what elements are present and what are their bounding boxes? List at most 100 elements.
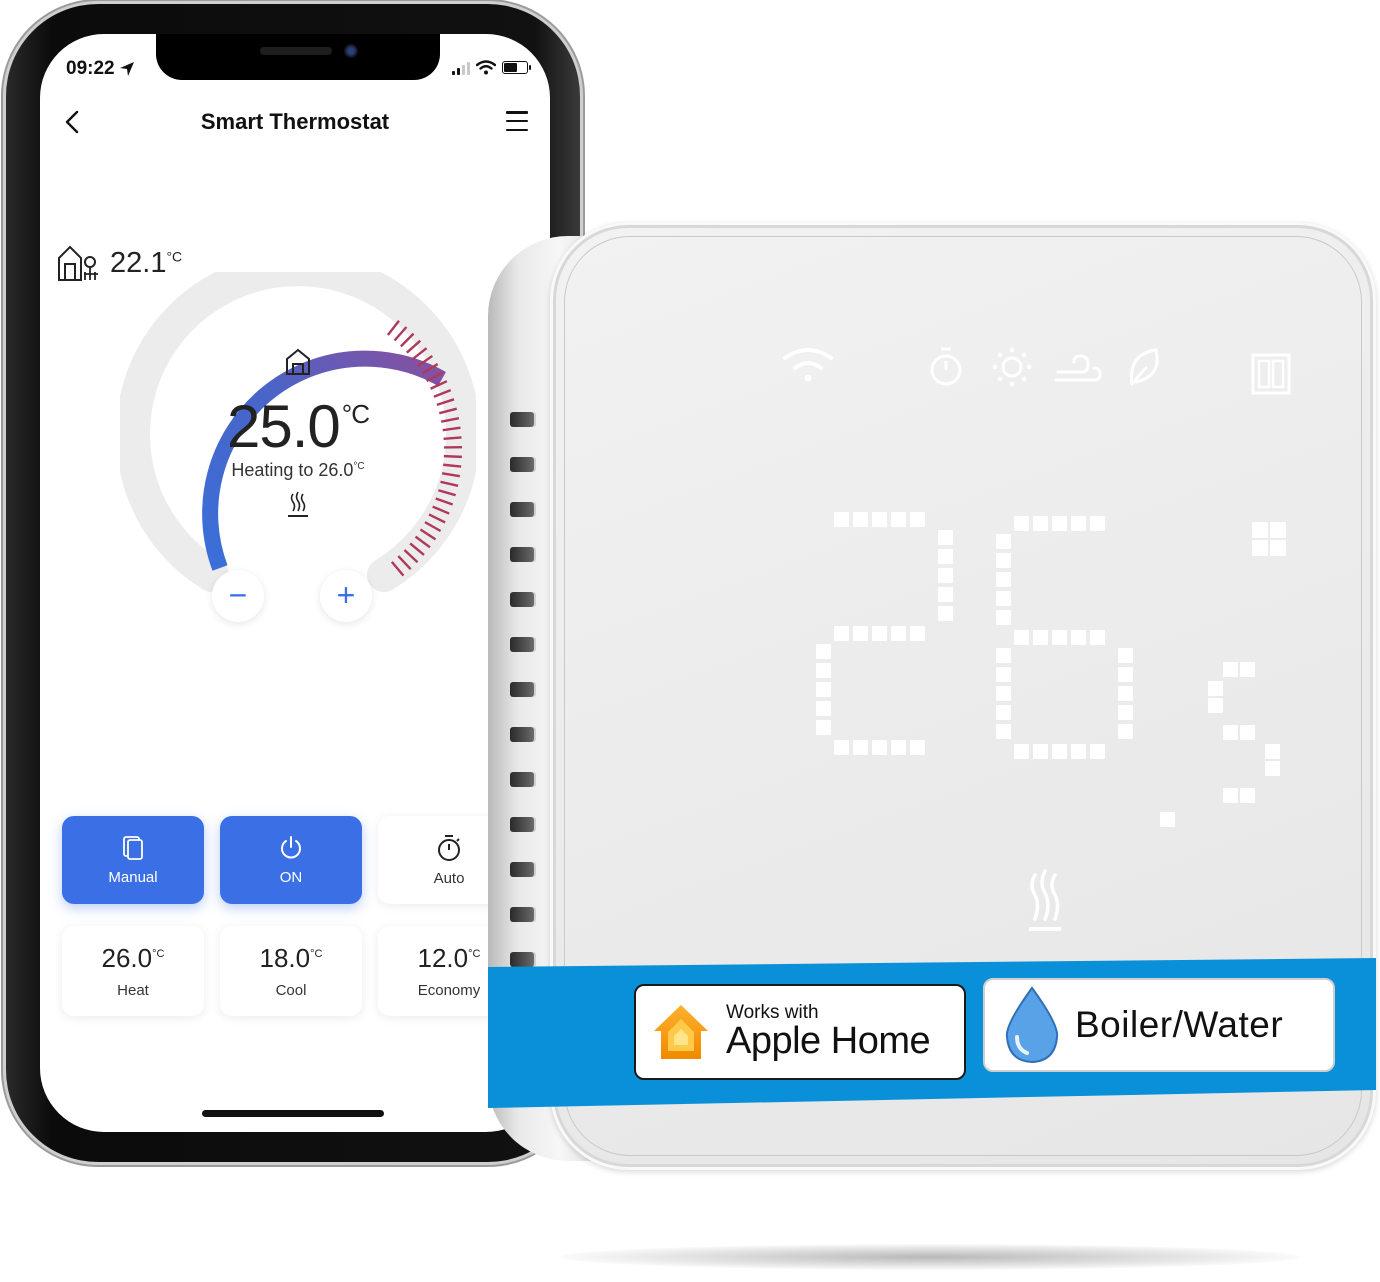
preset-cool-card[interactable]: 18.0°C Cool xyxy=(220,926,362,1016)
house-outdoor-icon xyxy=(58,245,98,281)
vent-slot xyxy=(510,592,534,607)
device-floor-shadow xyxy=(560,1244,1300,1270)
led-pixel xyxy=(996,590,1011,606)
vent-slot xyxy=(510,727,534,742)
dial-tick xyxy=(393,326,408,342)
led-pixel xyxy=(1032,630,1048,645)
current-temperature: 25.0°C xyxy=(227,393,370,460)
led-pixel xyxy=(1032,744,1048,759)
mode-label: Auto xyxy=(433,869,465,887)
led-pixel xyxy=(1222,788,1238,803)
decrease-temp-button[interactable]: − xyxy=(212,570,264,622)
led-pixel xyxy=(1051,630,1067,645)
leaf-icon[interactable] xyxy=(1126,346,1162,388)
led-pixel xyxy=(833,626,849,641)
led-pixel xyxy=(1051,744,1067,759)
led-pixel xyxy=(1118,685,1133,701)
preset-heat-card[interactable]: 26.0°C Heat xyxy=(62,926,204,1016)
led-pixel xyxy=(996,723,1011,739)
mode-manual-button[interactable]: Manual xyxy=(62,816,204,904)
vent-slot xyxy=(510,907,534,922)
led-pixel xyxy=(890,740,906,755)
apple-home-label: Apple Home xyxy=(726,1019,931,1062)
led-pixel xyxy=(909,626,925,641)
dial-heat-icon-wrap xyxy=(120,490,476,525)
led-pixel xyxy=(1118,704,1133,720)
dial-tick xyxy=(386,320,400,336)
vent-slot xyxy=(510,682,534,697)
apple-home-icon xyxy=(654,1005,708,1059)
led-pixel xyxy=(1222,725,1238,740)
led-pixel xyxy=(1239,662,1255,677)
led-pixel xyxy=(1160,812,1175,827)
led-pixel xyxy=(816,681,831,697)
increase-temp-button[interactable]: + xyxy=(320,570,372,622)
vent-slot xyxy=(510,817,534,832)
vent-slot xyxy=(510,772,534,787)
led-pixel xyxy=(1270,540,1286,556)
led-pixel xyxy=(1032,516,1048,531)
vent-slot xyxy=(510,637,534,652)
water-drop-icon xyxy=(1005,986,1059,1064)
led-pixel xyxy=(938,605,953,621)
vent-slot xyxy=(510,862,534,877)
page-title: Smart Thermostat xyxy=(200,109,390,134)
heating-icon xyxy=(1029,869,1061,931)
led-pixel xyxy=(1118,647,1133,663)
boiler-water-label: Boiler/Water xyxy=(1075,1004,1284,1045)
hamburger-menu-icon[interactable] xyxy=(506,111,528,131)
preset-label: Cool xyxy=(275,982,307,999)
preset-value: 26.0°C xyxy=(101,943,165,973)
mode-label: ON xyxy=(279,868,303,886)
preset-label: Economy xyxy=(417,982,481,999)
led-pixel xyxy=(1089,630,1105,645)
led-pixel xyxy=(890,512,906,527)
device-vents xyxy=(510,412,534,967)
led-pixel xyxy=(996,685,1011,701)
front-camera xyxy=(344,44,358,58)
led-pixel xyxy=(1013,516,1029,531)
preset-value: 12.0°C xyxy=(417,943,481,973)
led-pixel xyxy=(938,529,953,545)
mode-power-button[interactable]: ON xyxy=(220,816,362,904)
led-pixel xyxy=(1070,744,1086,759)
vent-slot xyxy=(510,502,534,517)
led-pixel xyxy=(1089,744,1105,759)
led-pixel xyxy=(996,552,1011,568)
works-with-label: Works with xyxy=(726,1001,819,1023)
phone-notch xyxy=(156,34,440,80)
cellular-signal-icon xyxy=(452,61,470,75)
led-pixel xyxy=(1239,788,1255,803)
led-pixel xyxy=(816,662,831,678)
led-pixel xyxy=(938,586,953,602)
led-pixel xyxy=(871,740,887,755)
timer-icon[interactable] xyxy=(928,346,964,388)
led-pixel xyxy=(1070,516,1086,531)
temperature-dial[interactable]: 25.0°C Heating to 26.0°C xyxy=(120,272,476,628)
led-pixel xyxy=(852,626,868,641)
home-indicator[interactable] xyxy=(202,1110,384,1117)
window-icon[interactable] xyxy=(1250,352,1292,396)
led-pixel xyxy=(996,704,1011,720)
led-pixel xyxy=(871,512,887,527)
led-pixel xyxy=(1208,697,1223,713)
timer-icon xyxy=(438,834,460,861)
power-icon xyxy=(281,835,301,858)
preset-value: 18.0°C xyxy=(259,943,323,973)
led-pixel xyxy=(1118,723,1133,739)
led-pixel xyxy=(1265,760,1280,776)
led-pixel xyxy=(909,740,925,755)
led-pixel xyxy=(996,571,1011,587)
led-pixel xyxy=(1013,630,1029,645)
status-bar-icons xyxy=(452,60,531,75)
app-header: Smart Thermostat xyxy=(40,102,550,142)
wind-icon[interactable] xyxy=(1054,346,1102,388)
led-pixel xyxy=(1051,516,1067,531)
location-arrow-icon xyxy=(119,62,134,76)
wifi-icon[interactable] xyxy=(782,346,834,388)
led-pixel xyxy=(833,740,849,755)
led-pixel xyxy=(852,512,868,527)
sun-icon[interactable] xyxy=(992,346,1032,388)
led-pixel xyxy=(871,626,887,641)
led-pixel xyxy=(1270,522,1286,538)
